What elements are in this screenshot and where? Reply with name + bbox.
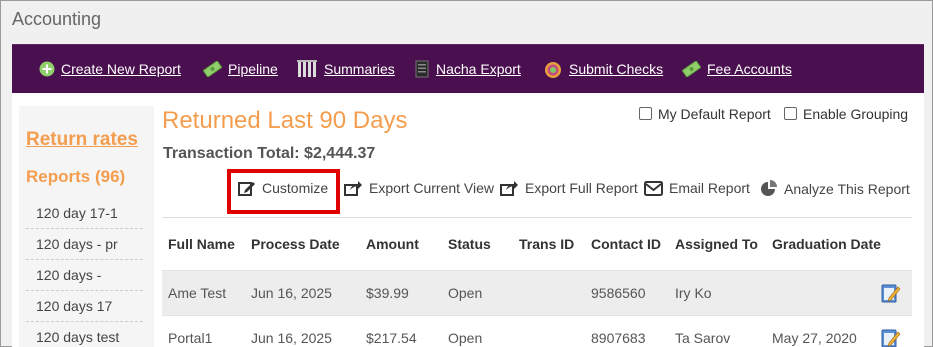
amount-cell: $217.54 <box>366 330 417 346</box>
report-list: 120 day 17-1 120 days - pr 120 days - 12… <box>26 198 143 347</box>
envelope-icon <box>644 180 663 196</box>
page-title: Returned Last 90 Days <box>162 107 408 134</box>
customize-highlight-box <box>227 169 340 214</box>
status-cell: Open <box>448 330 483 346</box>
nav-nacha-export[interactable]: Nacha Export <box>414 45 521 92</box>
report-table: Full Name Process Date Amount Status Tra… <box>162 217 912 347</box>
target-icon <box>545 61 561 78</box>
pie-chart-icon <box>761 180 777 196</box>
nav-item-label: Pipeline <box>228 60 278 77</box>
transaction-total: Transaction Total: $2,444.37 <box>163 145 376 162</box>
table-row[interactable]: Portal1 Jun 16, 2025 $217.54 Open 890768… <box>162 315 912 347</box>
columns-icon <box>297 59 317 77</box>
nav-item-label: Summaries <box>324 60 395 77</box>
status-cell: Open <box>448 285 483 301</box>
nav-item-label: Fee Accounts <box>707 60 792 77</box>
share-icon <box>500 181 518 196</box>
report-list-item[interactable]: 120 days - pr <box>26 229 143 260</box>
full-name-cell: Portal1 <box>168 330 213 346</box>
checkbox-box[interactable] <box>784 106 797 120</box>
nav-pipeline[interactable]: Pipeline <box>203 45 278 92</box>
report-list-item[interactable]: 120 day 17-1 <box>26 198 143 229</box>
full-name-cell: Ame Test <box>168 285 227 301</box>
nav-submit-checks[interactable]: Submit Checks <box>543 45 663 92</box>
checkbox-box[interactable] <box>639 106 652 120</box>
table-header: Full Name Process Date Amount Status Tra… <box>162 218 912 270</box>
sidebar: Return rates Reports (96) 120 day 17-1 1… <box>19 106 154 347</box>
enable-grouping-checkbox[interactable]: Enable Grouping <box>784 106 908 122</box>
share-icon <box>344 181 362 196</box>
graduation-date-cell: May 27, 2020 <box>772 330 857 346</box>
edit-note-icon[interactable] <box>881 271 901 315</box>
money-icon <box>682 60 701 77</box>
export-full-report-button[interactable]: Export Full Report <box>500 180 638 196</box>
nav-item-label: Submit Checks <box>569 60 664 77</box>
process-date-cell: Jun 16, 2025 <box>251 285 332 301</box>
column-header[interactable]: Full Name <box>168 218 235 270</box>
export-full-label: Export Full Report <box>525 180 638 196</box>
report-list-item[interactable]: 120 days 17 <box>26 291 143 322</box>
table-row[interactable]: Ame Test Jun 16, 2025 $39.99 Open 958656… <box>162 270 912 315</box>
amount-cell: $39.99 <box>366 285 409 301</box>
export-current-label: Export Current View <box>369 180 495 196</box>
analyze-report-button[interactable]: Analyze This Report <box>760 180 910 197</box>
process-date-cell: Jun 16, 2025 <box>251 330 332 346</box>
document-icon <box>415 60 429 77</box>
content-panel: Return rates Reports (96) 120 day 17-1 1… <box>12 93 924 347</box>
email-report-label: Email Report <box>669 180 750 196</box>
my-default-report-checkbox[interactable]: My Default Report <box>639 106 771 122</box>
checkbox-label: My Default Report <box>658 106 771 122</box>
assigned-to-cell: Ta Sarov <box>675 330 731 346</box>
report-list-item[interactable]: 120 days - <box>26 260 143 291</box>
column-header[interactable]: Status <box>448 218 491 270</box>
column-header[interactable]: Trans ID <box>519 218 574 270</box>
edit-note-icon[interactable] <box>881 316 901 347</box>
column-header[interactable]: Contact ID <box>591 218 661 270</box>
top-navbar: Create New Report Pipeline Summaries Nac… <box>12 44 924 93</box>
contact-id-cell: 9586560 <box>591 285 646 301</box>
column-header[interactable]: Graduation Date <box>772 218 881 270</box>
column-header[interactable]: Amount <box>366 218 419 270</box>
report-list-item[interactable]: 120 days test <box>26 322 143 347</box>
app-title: Accounting <box>12 9 102 29</box>
checkbox-label: Enable Grouping <box>803 106 909 122</box>
column-header[interactable]: Assigned To <box>675 218 758 270</box>
email-report-button[interactable]: Email Report <box>644 180 750 196</box>
contact-id-cell: 8907683 <box>591 330 646 346</box>
nav-item-label: Create New Report <box>61 60 181 77</box>
nav-summaries[interactable]: Summaries <box>297 45 395 92</box>
export-current-view-button[interactable]: Export Current View <box>344 180 494 196</box>
assigned-to-cell: Iry Ko <box>675 285 712 301</box>
return-rates-link[interactable]: Return rates <box>26 129 138 151</box>
column-header[interactable]: Process Date <box>251 218 340 270</box>
report-actions: Customize Export Current View Export Ful… <box>12 180 924 202</box>
plus-circle-icon <box>39 61 55 76</box>
analyze-report-label: Analyze This Report <box>784 180 910 197</box>
money-icon <box>203 60 222 77</box>
nav-create-new-report[interactable]: Create New Report <box>39 45 181 92</box>
nav-item-label: Nacha Export <box>436 60 521 77</box>
nav-fee-accounts[interactable]: Fee Accounts <box>682 45 792 92</box>
